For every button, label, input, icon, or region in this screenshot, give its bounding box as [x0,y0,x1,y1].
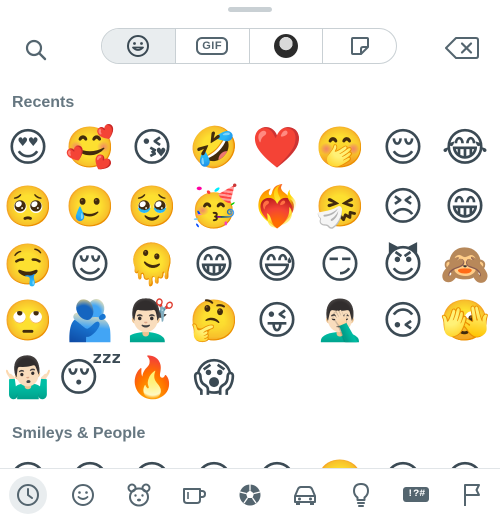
symbols-icon: !?# [403,487,430,502]
emoji-button[interactable]: 😁 [439,181,491,233]
category-symbols[interactable]: !?# [389,469,445,520]
emoji-button[interactable]: 😅 [377,455,429,469]
emoji-button[interactable]: 😜 [251,295,303,347]
emoji-button[interactable]: 🤣 [188,122,240,174]
food-cup-icon [183,487,207,504]
emoji-button[interactable]: ❤️ [251,122,303,174]
category-objects[interactable] [333,469,389,520]
emoji-button[interactable]: 🥹 [126,181,178,233]
emoji-button[interactable]: 😀 [2,455,54,469]
animal-icon [127,483,151,506]
category-activity[interactable] [222,469,278,520]
tab-gif[interactable]: GIF [176,29,250,63]
emoji-button[interactable]: 😴 [58,352,122,404]
emoji-button[interactable]: 🤦🏻‍♂️ [314,295,366,347]
emoji-button[interactable]: 😱 [188,352,240,404]
emoji-button[interactable]: 🙈 [439,239,491,291]
category-animals[interactable] [111,469,167,520]
smiley-icon [72,483,95,506]
emoji-button[interactable]: 🤷🏻‍♂️ [2,352,54,404]
category-bar: !?# [0,468,500,520]
search-icon [25,39,47,61]
emoji-button[interactable]: 😁 [188,239,240,291]
emoji-button[interactable]: 💇🏻‍♂️ [126,295,178,347]
emoji-button[interactable]: 😆 [251,455,303,469]
drag-handle[interactable] [228,7,272,12]
backspace-button[interactable] [445,36,479,60]
emoji-button[interactable]: 🫠 [126,239,178,291]
emoji-button[interactable]: 🥺 [2,181,54,233]
category-travel[interactable] [278,469,334,520]
emoji-button[interactable]: 😍 [2,122,54,174]
emoji-button[interactable]: 😌 [64,239,116,291]
emoji-button[interactable]: 😣 [377,181,429,233]
search-button[interactable] [22,36,50,64]
flag-icon [463,483,480,506]
emoji-button[interactable]: 😄 [126,455,178,469]
emoji-button[interactable]: ❤️‍🔥 [251,181,303,233]
emoji-button[interactable]: 🙃 [377,295,429,347]
emoji-button[interactable]: 😌 [377,122,429,174]
emoji-button[interactable]: 😘 [126,122,178,174]
gif-label: GIF [196,37,229,55]
sticker-icon [350,37,369,55]
section-title-recents: Recents [12,94,75,111]
tab-emoji[interactable] [102,29,176,63]
emoji-button[interactable]: 🙄 [2,295,54,347]
emoji-button[interactable]: 🥲 [64,181,116,233]
category-recent[interactable] [0,469,56,520]
emoji-button[interactable]: 🫂 [64,295,116,347]
emoji-button[interactable]: 🤧 [314,181,366,233]
smiley-icon [127,35,150,57]
emoji-button[interactable]: 😈 [377,239,429,291]
emoji-button[interactable]: 🫣 [439,295,491,347]
lightbulb-icon [352,482,369,507]
section-title-smileys: Smileys & People [12,425,146,442]
emoji-button[interactable]: 😃 [64,455,116,469]
emoji-button[interactable]: 🔥 [126,352,178,404]
tab-avatar[interactable] [250,29,324,63]
emoji-button[interactable]: 🥰 [64,122,116,174]
picker-tabs: GIF [101,28,397,64]
emoji-button[interactable]: 😂 [439,122,491,174]
emoji-button[interactable]: 😏 [314,239,366,291]
emoji-button[interactable]: 🤭 [314,122,366,174]
tab-stickers[interactable] [323,29,396,63]
category-flags[interactable] [444,469,500,520]
category-smileys[interactable] [56,469,112,520]
emoji-button[interactable]: 🤔 [188,295,240,347]
backspace-icon [445,37,479,59]
emoji-button[interactable]: 🥹 [314,455,366,469]
emoji-button[interactable]: 🤤 [2,239,54,291]
emoji-button[interactable]: 🥳 [188,181,240,233]
car-icon [294,485,317,505]
emoji-button[interactable]: 😅 [251,239,303,291]
emoji-button[interactable]: 😂 [439,455,491,469]
category-food[interactable] [167,469,223,520]
smileys-grid: 😀 😃 😄 😁 😆 🥹 😅 😂 [0,455,500,469]
soccer-ball-icon [239,484,261,505]
recent-clock-icon [16,483,39,506]
avatar-icon [273,34,298,58]
emoji-button[interactable]: 😁 [188,455,240,469]
